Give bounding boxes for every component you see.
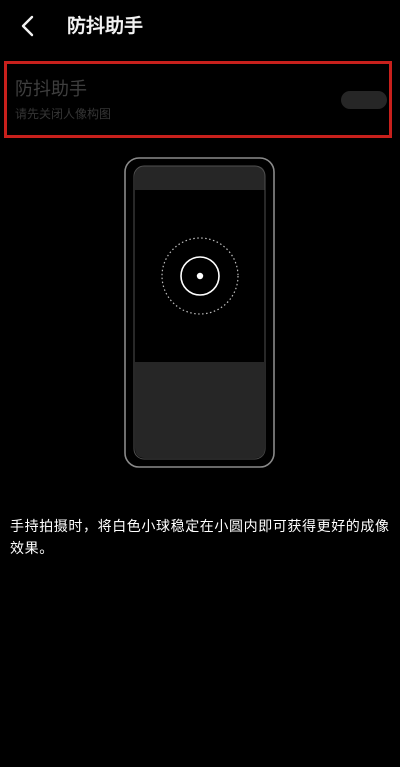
chevron-left-icon — [21, 15, 34, 37]
back-button[interactable] — [10, 8, 46, 44]
stabilizer-setting-row[interactable]: 防抖助手 请先关闭人像构图 — [4, 61, 392, 138]
top-bar: 防抖助手 — [0, 0, 400, 52]
description-text: 手持拍摄时，将白色小球稳定在小圆内即可获得更好的成像效果。 — [10, 519, 390, 557]
white-ball — [196, 272, 204, 280]
outer-dotted-circle — [161, 237, 239, 315]
target-circle — [180, 256, 220, 296]
setting-subtitle: 请先关闭人像构图 — [15, 107, 112, 121]
stabilizer-toggle[interactable] — [341, 91, 387, 109]
page-title: 防抖助手 — [67, 15, 144, 37]
setting-title: 防抖助手 — [15, 79, 87, 100]
